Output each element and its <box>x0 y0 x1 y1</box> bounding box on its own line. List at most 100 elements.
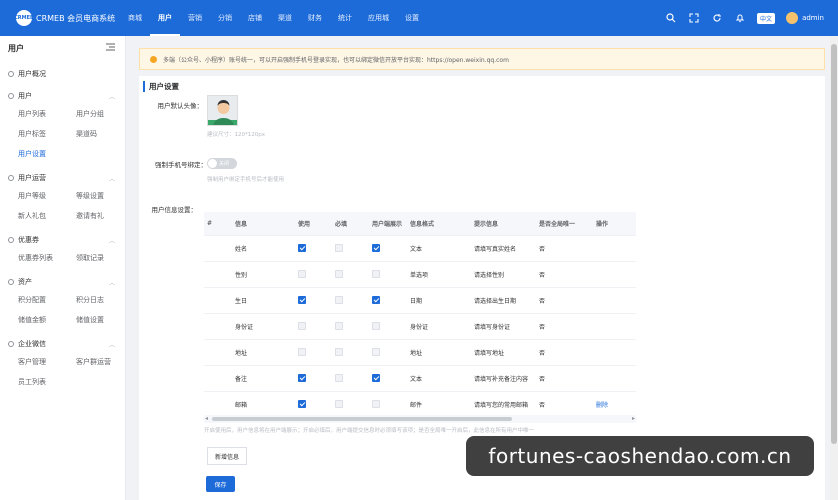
sidebar-item-user-tag[interactable]: 用户标签 <box>18 124 76 144</box>
sidebar-title: 用户 <box>8 43 24 53</box>
required-checkbox[interactable] <box>335 373 343 382</box>
delete-link[interactable]: 删除 <box>593 400 636 409</box>
nav-item-distribution[interactable]: 分销 <box>210 0 240 36</box>
use-checkbox[interactable] <box>298 243 306 252</box>
sidebar-item-staff-list[interactable]: 员工列表 <box>18 372 76 392</box>
bell-icon[interactable] <box>734 12 746 24</box>
search-icon[interactable] <box>665 12 677 24</box>
sidebar-group-overview[interactable]: 用户概况 <box>0 66 125 82</box>
nav-item-stats[interactable]: 统计 <box>330 0 360 36</box>
sidebar-item-user-group[interactable]: 用户分组 <box>76 104 134 124</box>
use-checkbox[interactable] <box>298 269 306 278</box>
use-cell <box>295 243 332 254</box>
required-checkbox[interactable] <box>335 243 343 252</box>
language-badge[interactable]: 中文 <box>757 12 776 24</box>
info-name: 姓名 <box>235 246 248 253</box>
show-checkbox[interactable] <box>372 373 380 382</box>
table-row: 姓名 文本 请填写真实姓名 否 <box>204 236 636 262</box>
scroll-right-icon[interactable]: ▸ <box>632 415 635 422</box>
nav-item-channel[interactable]: 渠道 <box>270 0 300 36</box>
required-cell <box>332 295 369 306</box>
sidebar-item-user-level[interactable]: 用户等级 <box>18 186 76 206</box>
table-row: 生日 日期 请选择出生日期 否 <box>204 288 636 314</box>
info-name: 备注 <box>235 376 248 383</box>
nav-item-apps[interactable]: 应用城 <box>360 0 397 36</box>
sidebar-item-group-operation[interactable]: 客户群运营 <box>76 352 134 372</box>
info-name: 生日 <box>235 298 248 305</box>
info-format: 日期 <box>410 298 423 305</box>
show-cell <box>369 269 407 280</box>
info-unique: 否 <box>539 246 546 253</box>
content-area: 多端（公众号、小程序）账号统一，可以开启强制手机号登录实现，也可以绑定微信开放平… <box>139 48 825 70</box>
show-checkbox[interactable] <box>372 347 380 356</box>
show-checkbox[interactable] <box>372 321 380 330</box>
column-header: 必填 <box>335 221 348 228</box>
nav-item-store[interactable]: 店铺 <box>240 0 270 36</box>
sidebar-group-wecom[interactable]: 企业微信 ︿ <box>0 336 125 352</box>
use-checkbox[interactable] <box>298 399 306 408</box>
use-checkbox[interactable] <box>298 373 306 382</box>
nav-item-mall[interactable]: 商城 <box>120 0 150 36</box>
scroll-left-icon[interactable]: ◂ <box>205 415 208 422</box>
required-checkbox[interactable] <box>335 347 343 356</box>
nav-item-marketing[interactable]: 营销 <box>180 0 210 36</box>
column-header: 是否全局唯一 <box>539 221 576 228</box>
sidebar-item-customer-mgmt[interactable]: 客户管理 <box>18 352 76 372</box>
table-horizontal-scrollbar[interactable]: ◂ ▸ <box>204 415 636 423</box>
nav-item-user[interactable]: 用户 <box>150 0 180 36</box>
sidebar-item-balance-settings[interactable]: 储值设置 <box>76 310 134 330</box>
fullscreen-icon[interactable] <box>688 12 700 24</box>
page-scrollbar-thumb[interactable] <box>831 44 837 444</box>
show-checkbox[interactable] <box>372 295 380 304</box>
sidebar-item-user-settings[interactable]: 用户设置 <box>18 144 76 164</box>
use-checkbox[interactable] <box>298 295 306 304</box>
use-checkbox[interactable] <box>298 321 306 330</box>
logo-text: CRMEB 会员电商系统 <box>36 13 116 23</box>
required-checkbox[interactable] <box>335 269 343 278</box>
use-cell <box>295 399 332 410</box>
sidebar-item-coupon-list[interactable]: 优惠券列表 <box>18 248 76 268</box>
required-checkbox[interactable] <box>335 295 343 304</box>
sidebar-group-assets[interactable]: 资产 ︿ <box>0 274 125 290</box>
refresh-icon[interactable] <box>711 12 723 24</box>
table-body: 姓名 文本 请填写真实姓名否性别 单选项 请选择性别否生日 日期 请选择出生日期否身份证 身份… <box>204 236 636 418</box>
sidebar-item-points-log[interactable]: 积分日志 <box>76 290 134 310</box>
show-cell <box>369 243 407 254</box>
default-avatar-upload[interactable] <box>207 95 238 126</box>
logo[interactable]: CRMEB CRMEB 会员电商系统 <box>14 10 116 26</box>
sidebar-item-balance-amount[interactable]: 储值金额 <box>18 310 76 330</box>
use-checkbox[interactable] <box>298 347 306 356</box>
sidebar-item-points-config[interactable]: 积分配置 <box>18 290 76 310</box>
add-info-button[interactable]: 新增信息 <box>207 447 247 465</box>
show-checkbox[interactable] <box>372 243 380 252</box>
table-hint: 开启使用后，用户信息将在用户端展示；开启必填后，用户端提交信息时必须填写该项；是… <box>204 428 535 434</box>
info-format: 地址 <box>410 350 423 357</box>
show-checkbox[interactable] <box>372 399 380 408</box>
sidebar-group-user[interactable]: 用户 ︿ <box>0 88 125 104</box>
page-scrollbar[interactable] <box>830 36 838 500</box>
nav-item-settings[interactable]: 设置 <box>397 0 427 36</box>
sidebar-item-user-list[interactable]: 用户列表 <box>18 104 76 124</box>
collapse-menu-icon[interactable] <box>106 43 115 53</box>
sidebar-group-coupon[interactable]: 优惠券 ︿ <box>0 232 125 248</box>
user-menu[interactable]: admin <box>786 12 824 24</box>
sidebar-item-claim-records[interactable]: 领取记录 <box>76 248 134 268</box>
required-checkbox[interactable] <box>335 399 343 408</box>
sidebar-item-level-settings[interactable]: 等级设置 <box>76 186 134 206</box>
nav-item-finance[interactable]: 财务 <box>300 0 330 36</box>
sidebar-item-newcomer-gift[interactable]: 新人礼包 <box>18 206 76 226</box>
info-tip: 请选择出生日期 <box>474 298 517 305</box>
required-cell <box>332 373 369 384</box>
info-tip: 请填写地址 <box>474 350 505 357</box>
save-button[interactable]: 保存 <box>206 476 235 492</box>
required-checkbox[interactable] <box>335 321 343 330</box>
column-header: 操作 <box>596 221 609 228</box>
force-phone-toggle[interactable]: 关闭 <box>207 158 237 169</box>
sidebar-group-operation[interactable]: 用户运营 ︿ <box>0 170 125 186</box>
sidebar-item-channel-code[interactable]: 渠道码 <box>76 124 134 144</box>
scrollbar-thumb[interactable] <box>212 417 512 421</box>
user-info-table: # 信息 使用 必填 用户端展示 信息格式 提示信息 是否全局唯一 操作 姓名文… <box>204 212 636 418</box>
notice-banner: 多端（公众号、小程序）账号统一，可以开启强制手机号登录实现，也可以绑定微信开放平… <box>139 48 825 70</box>
sidebar-item-invite-gift[interactable]: 邀请有礼 <box>76 206 134 226</box>
show-checkbox[interactable] <box>372 269 380 278</box>
